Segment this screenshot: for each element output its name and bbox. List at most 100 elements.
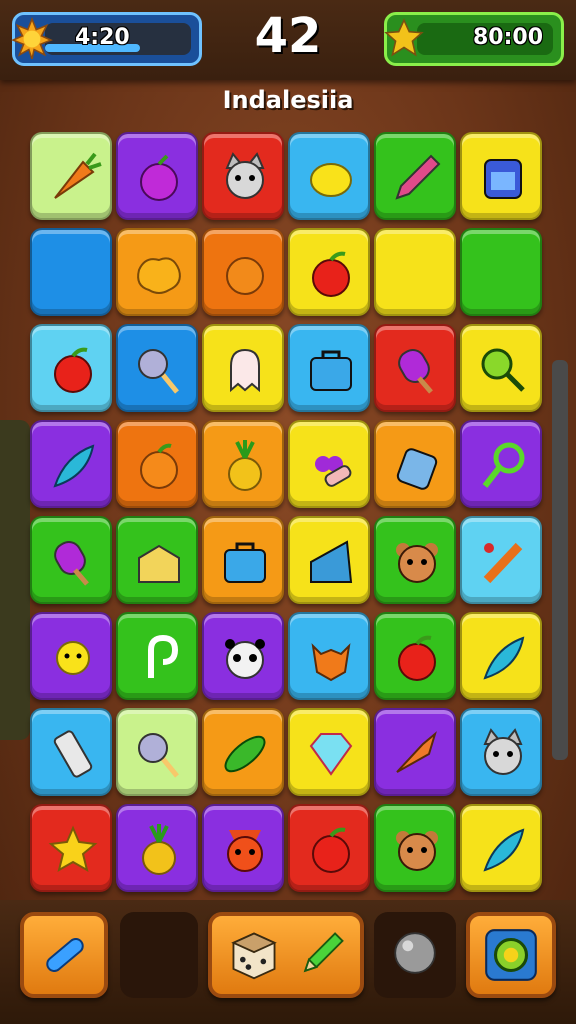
tile-carrot[interactable] (30, 132, 112, 220)
tile-cucumber[interactable] (202, 708, 284, 796)
level-title: Indalesiia (222, 86, 354, 114)
tile-empty[interactable] (374, 228, 456, 316)
tile-pencil[interactable] (374, 132, 456, 220)
tile-bag[interactable] (202, 516, 284, 604)
tile-feather[interactable] (460, 804, 542, 892)
backpack-icon (484, 159, 522, 199)
star-icon (48, 825, 98, 873)
score-value: 4:20 (75, 25, 130, 50)
tile-apple[interactable] (374, 612, 456, 700)
tile-star[interactable] (30, 804, 112, 892)
score-panel: 4:20 (11, 12, 202, 66)
tile-pineapple[interactable] (202, 420, 284, 508)
tile-diamond[interactable] (288, 708, 370, 796)
dice-pencil-booster-button[interactable] (208, 912, 364, 998)
block-icon (138, 544, 180, 583)
tile-panda[interactable] (202, 612, 284, 700)
shuffle-booster-button[interactable] (466, 912, 556, 998)
sun-icon (11, 17, 53, 59)
tile-bear[interactable] (374, 804, 456, 892)
tile-battery[interactable] (30, 708, 112, 796)
battery-icon (53, 730, 93, 778)
tile-pineapple[interactable] (116, 804, 198, 892)
pin-icon (46, 938, 84, 972)
bear-icon (396, 543, 438, 583)
tile-empty[interactable] (460, 228, 542, 316)
tile-racket[interactable] (460, 420, 542, 508)
tile-tool[interactable] (460, 516, 542, 604)
tile-cracker[interactable] (116, 228, 198, 316)
tile-fox[interactable] (288, 612, 370, 700)
tile-ghost[interactable] (202, 324, 284, 412)
sun-icon (56, 641, 90, 675)
apple-icon (312, 251, 350, 297)
devil-icon (227, 830, 263, 872)
lollipop-icon (138, 349, 179, 394)
moves-counter: 42 (254, 8, 322, 64)
tool-icon (483, 542, 523, 584)
feather-icon (53, 444, 95, 488)
feather-icon (483, 828, 525, 872)
pineapple-icon (228, 440, 262, 491)
background-pole (552, 360, 568, 760)
tile-lollipop[interactable] (116, 324, 198, 412)
bomb-booster-slot[interactable] (374, 912, 456, 998)
shuffle-icon (485, 929, 537, 981)
star-coin-icon (384, 18, 424, 57)
carrot-icon (54, 152, 102, 199)
tile-empty[interactable] (30, 228, 112, 316)
fox-icon (311, 643, 351, 682)
ghost-icon (230, 348, 260, 393)
tile-devil[interactable] (202, 804, 284, 892)
tile-block[interactable] (116, 516, 198, 604)
tile-feather[interactable] (460, 612, 542, 700)
fish-icon (396, 731, 437, 773)
apple-icon (312, 827, 350, 873)
tile-backpack[interactable] (460, 132, 542, 220)
orange-icon (140, 443, 178, 489)
popsicle-icon (54, 541, 89, 586)
tile-apple[interactable] (288, 228, 370, 316)
tile-sun[interactable] (30, 612, 112, 700)
tile-fish[interactable] (374, 708, 456, 796)
tile-lemon[interactable] (288, 132, 370, 220)
tile-hook[interactable] (116, 612, 198, 700)
plum-icon (140, 154, 178, 201)
coins-panel: 80:00 (384, 12, 564, 66)
tile-plum[interactable] (116, 132, 198, 220)
pin-booster-button[interactable] (20, 912, 108, 998)
lollipop-icon (138, 733, 179, 778)
jar-icon (396, 448, 438, 490)
tile-ruler[interactable] (288, 516, 370, 604)
tile-blob[interactable] (202, 228, 284, 316)
cucumber-icon (224, 735, 266, 773)
tile-lollipop[interactable] (116, 708, 198, 796)
cat-icon (225, 152, 265, 199)
coins-value: 80:00 (472, 25, 543, 50)
bear-icon (396, 831, 438, 871)
apple-icon (398, 635, 436, 681)
tile-bag[interactable] (288, 324, 370, 412)
tile-apple[interactable] (30, 324, 112, 412)
tile-cat[interactable] (460, 708, 542, 796)
game-board (30, 132, 548, 898)
tile-popsicle[interactable] (374, 324, 456, 412)
ruler-icon (310, 540, 353, 583)
bag-icon (224, 542, 266, 583)
tile-apple[interactable] (288, 804, 370, 892)
tile-jar[interactable] (374, 420, 456, 508)
cracker-icon (137, 257, 181, 294)
tile-orange[interactable] (116, 420, 198, 508)
tile-feather[interactable] (30, 420, 112, 508)
bag-icon (310, 350, 352, 391)
panda-icon (225, 639, 265, 679)
tile-magnifier[interactable] (460, 324, 542, 412)
pencil-icon (303, 932, 344, 973)
tile-popsicle[interactable] (30, 516, 112, 604)
tile-bear[interactable] (374, 516, 456, 604)
grapes-icon (315, 456, 352, 487)
tile-cat[interactable] (202, 132, 284, 220)
cat-icon (483, 728, 523, 775)
tile-grapes[interactable] (288, 420, 370, 508)
background-bench (0, 420, 30, 740)
